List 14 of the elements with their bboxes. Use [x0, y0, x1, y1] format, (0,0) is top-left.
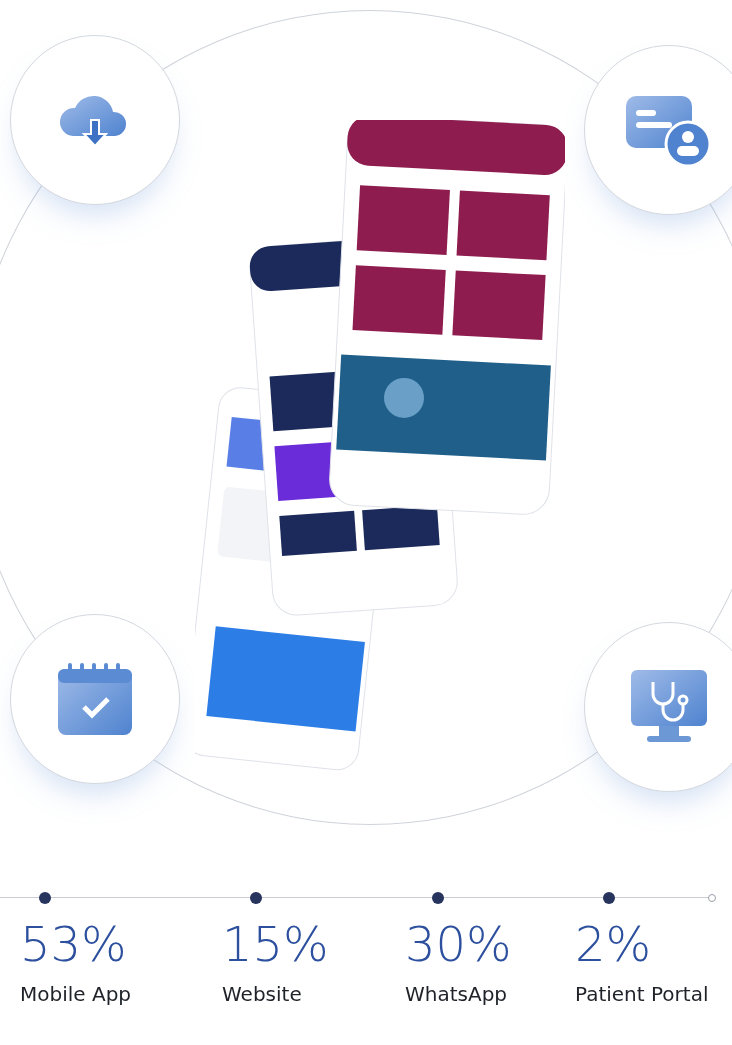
stat-value: 30%	[405, 920, 513, 968]
stat-label: WhatsApp	[405, 982, 509, 1006]
stat-value: 2%	[575, 920, 653, 968]
stat-label: Website	[222, 982, 303, 1006]
timeline-dot	[39, 892, 51, 904]
stat-label: Mobile App	[20, 982, 133, 1006]
stat-value: 53%	[20, 920, 128, 968]
timeline-end-dot	[708, 894, 716, 902]
timeline-dot	[250, 892, 262, 904]
timeline-dot	[432, 892, 444, 904]
stat-value: 15%	[222, 920, 330, 968]
timeline-dot	[603, 892, 615, 904]
calendar-check-icon	[56, 661, 134, 737]
stat-label: Patient Portal	[575, 982, 710, 1006]
